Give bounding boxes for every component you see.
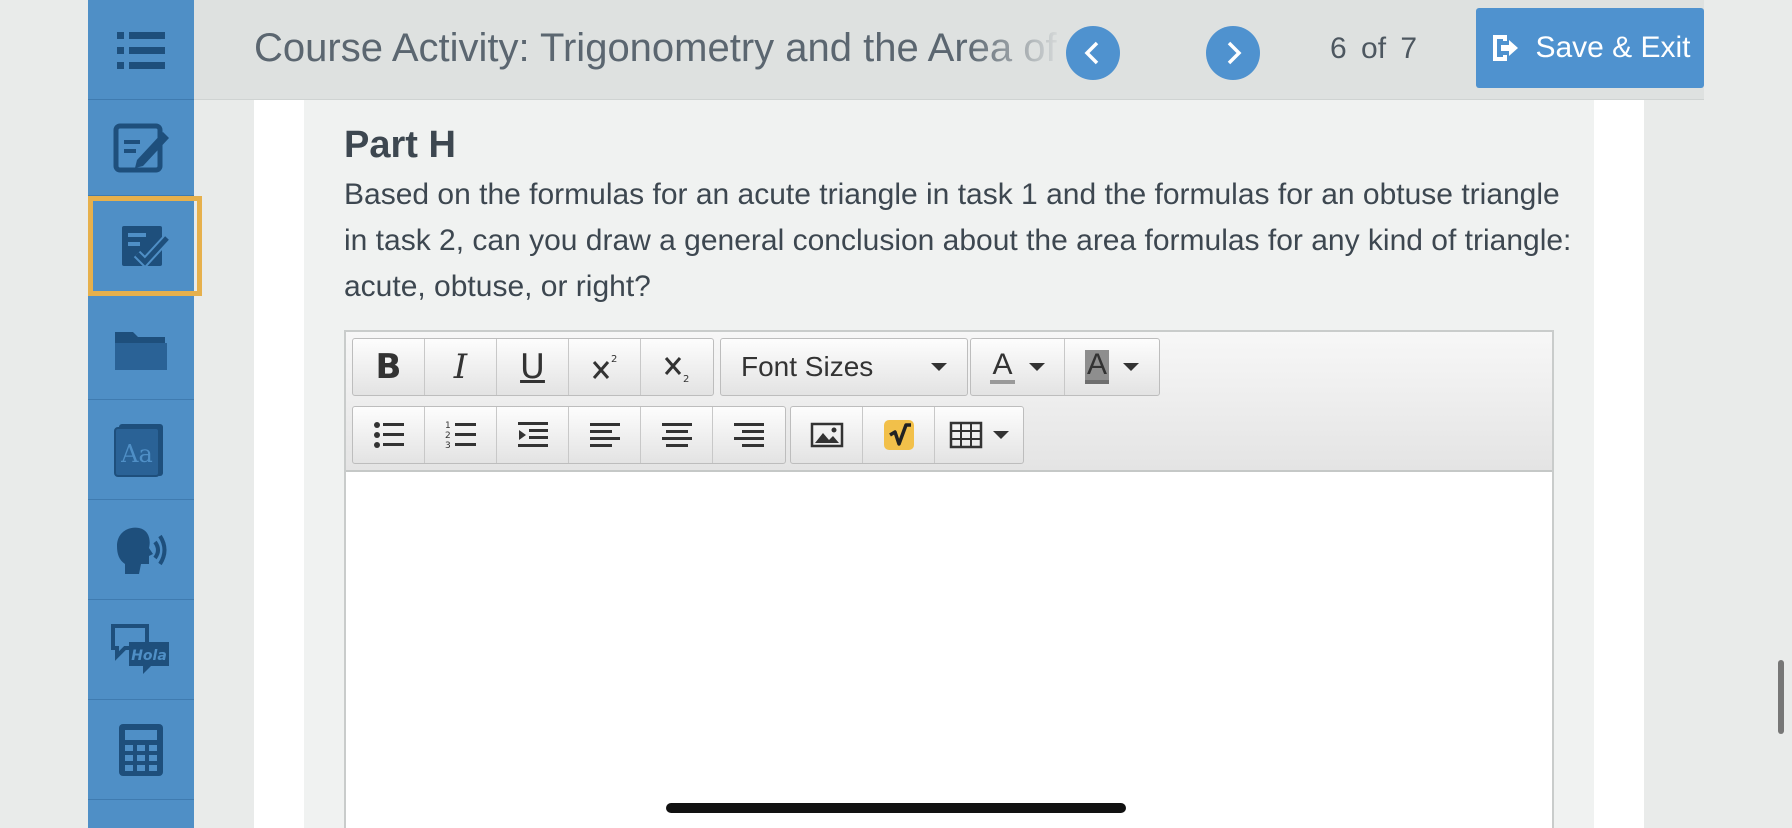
svg-text:2: 2 <box>445 431 451 441</box>
sidebar-item-text-to-speech[interactable] <box>88 500 194 600</box>
highlight-color-button[interactable]: A <box>1065 339 1159 395</box>
svg-text:1: 1 <box>445 421 451 431</box>
align-right-icon <box>734 423 764 447</box>
page-counter: 6 of 7 <box>1330 32 1417 66</box>
page-current: 6 <box>1330 32 1347 65</box>
bold-icon: B <box>375 347 402 387</box>
sidebar-item-more[interactable] <box>88 800 194 828</box>
top-header: Course Activity: Trigonometry and the Ar… <box>194 0 1704 100</box>
list-icon <box>117 31 165 69</box>
superscript-icon: 2 <box>592 354 617 379</box>
font-color-button[interactable]: A <box>971 339 1065 395</box>
paragraph-group: 123 <box>352 406 786 464</box>
superscript-button[interactable]: 2 <box>569 339 641 395</box>
dictionary-icon: Aa <box>114 423 163 477</box>
align-left-button[interactable] <box>569 407 641 463</box>
sidebar-item-calculator[interactable] <box>88 700 194 800</box>
numbered-list-button[interactable]: 123 <box>425 407 497 463</box>
save-exit-button[interactable]: Save & Exit <box>1476 8 1704 88</box>
insert-group <box>790 406 1024 464</box>
sidebar-item-resources[interactable] <box>88 300 194 400</box>
page-total: 7 <box>1400 32 1418 65</box>
insert-table-button[interactable] <box>935 407 1023 463</box>
speaker-head-icon <box>117 527 167 574</box>
square-root-icon <box>883 420 914 450</box>
numbered-list-icon: 123 <box>445 421 476 451</box>
sidebar-item-outline[interactable] <box>88 0 194 100</box>
indent-button[interactable] <box>497 407 569 463</box>
indent-icon <box>517 422 548 447</box>
scrollbar-thumb[interactable] <box>1778 660 1784 734</box>
text-style-group: B I U 2 2 <box>352 338 714 396</box>
equation-editor-button[interactable] <box>863 407 935 463</box>
course-title: Course Activity: Trigonometry and the Ar… <box>254 26 1064 70</box>
question-text: Based on the formulas for an acute trian… <box>344 178 1572 303</box>
subscript-button[interactable]: 2 <box>641 339 713 395</box>
sidebar-item-notes[interactable] <box>88 100 194 196</box>
chevron-down-icon <box>1028 363 1045 371</box>
color-group: A A <box>970 338 1160 396</box>
underline-icon: U <box>520 347 545 387</box>
sidebar-item-translate[interactable]: Hola <box>88 600 194 700</box>
underline-button[interactable]: U <box>497 339 569 395</box>
sidebar-item-dictionary[interactable]: Aa <box>88 400 194 500</box>
calculator-icon <box>119 723 163 776</box>
italic-button[interactable]: I <box>425 339 497 395</box>
editor-toolbar: B I U 2 2 Font Sizes A A 1 2 3 <box>346 332 1552 472</box>
chevron-left-icon <box>1084 41 1099 65</box>
sidebar: Aa Hola <box>88 0 194 828</box>
part-title: Part H <box>344 124 456 166</box>
table-icon <box>949 421 983 449</box>
insert-image-button[interactable] <box>791 407 863 463</box>
italic-icon: I <box>453 347 468 387</box>
svg-text:Hola: Hola <box>131 648 167 664</box>
bold-button[interactable]: B <box>353 339 425 395</box>
save-exit-label: Save & Exit <box>1535 31 1691 64</box>
page-of: of <box>1361 32 1387 65</box>
svg-text:2: 2 <box>611 354 617 365</box>
font-size-dropdown[interactable]: Font Sizes <box>720 338 968 396</box>
previous-page-button[interactable] <box>1066 26 1120 80</box>
bullet-list-button[interactable] <box>353 407 425 463</box>
editor-text-area[interactable] <box>346 472 1552 828</box>
align-right-button[interactable] <box>713 407 785 463</box>
chevron-down-icon <box>993 431 1009 439</box>
app-root: Aa Hola Part H Based on the formulas for… <box>0 0 1792 828</box>
activity-panel: Part H Based on the formulas for an acut… <box>304 100 1594 828</box>
align-center-button[interactable] <box>641 407 713 463</box>
sidebar-item-assignments[interactable] <box>88 196 202 296</box>
font-size-select[interactable]: Font Sizes <box>721 339 967 395</box>
image-icon <box>810 422 843 448</box>
next-page-button[interactable] <box>1206 26 1260 80</box>
chevron-down-icon <box>931 363 947 371</box>
subscript-icon: 2 <box>664 357 689 384</box>
checked-notes-icon <box>122 226 171 269</box>
font-size-label: Font Sizes <box>741 351 874 382</box>
svg-text:2: 2 <box>683 374 689 384</box>
translate-icon: Hola <box>111 623 169 674</box>
home-indicator <box>666 803 1126 813</box>
chevron-right-icon <box>1227 41 1242 65</box>
svg-text:3: 3 <box>445 441 451 451</box>
chevron-down-icon <box>1123 363 1139 371</box>
rich-text-editor: B I U 2 2 Font Sizes A A 1 2 3 <box>344 330 1554 828</box>
font-color-icon: A <box>990 350 1015 384</box>
exit-icon <box>1493 35 1519 61</box>
highlight-color-icon: A <box>1084 350 1109 384</box>
bullet-list-icon <box>373 422 404 448</box>
svg-text:Aa: Aa <box>120 440 153 468</box>
folder-icon <box>115 331 167 370</box>
align-left-icon <box>589 423 620 447</box>
edit-notes-icon <box>113 123 169 172</box>
align-center-icon <box>661 423 692 447</box>
